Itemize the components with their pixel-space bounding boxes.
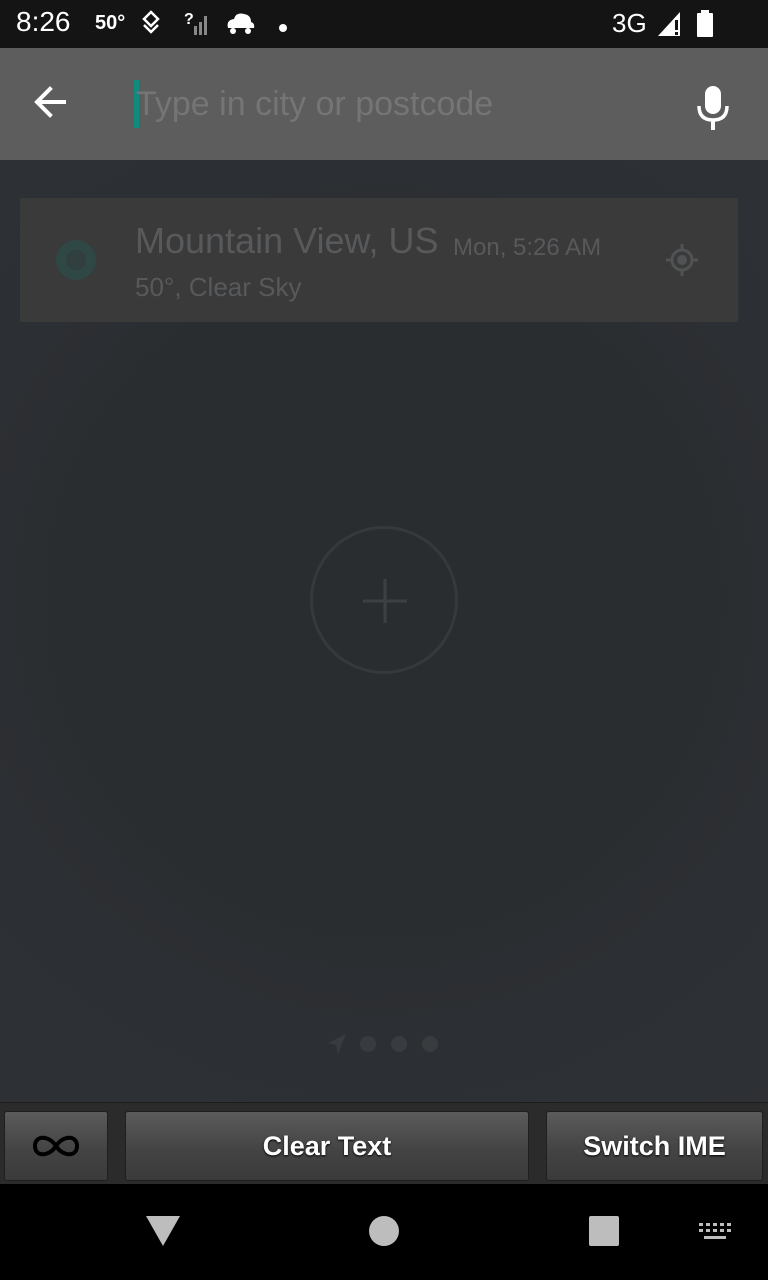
navigation-bar [0, 1184, 768, 1280]
nav-back-button[interactable] [144, 1214, 182, 1252]
back-button[interactable] [30, 82, 90, 130]
plus-icon [363, 579, 407, 623]
infinity-button[interactable] [4, 1111, 108, 1181]
status-temperature: 50° [95, 12, 126, 34]
nav-recents-button[interactable] [589, 1216, 619, 1246]
nav-back-icon [146, 1216, 180, 1246]
add-city-button[interactable] [310, 526, 458, 674]
status-bar: 8:26 50° ? 3G [0, 0, 768, 48]
main-content: Mountain View, US Mon, 5:26 AM 50°, Clea… [0, 160, 768, 1102]
current-location-button[interactable] [664, 242, 700, 278]
keyboard-icon [699, 1223, 731, 1239]
voice-search-button[interactable] [690, 82, 736, 132]
clear-text-button[interactable]: Clear Text [125, 1111, 529, 1181]
city-time: Mon, 5:26 AM [453, 234, 602, 261]
navigation-arrow-icon [328, 1034, 346, 1054]
search-app-bar [0, 48, 768, 160]
page-indicator [326, 1032, 446, 1056]
city-weather: 50°, Clear Sky [135, 272, 302, 302]
battery-icon [696, 10, 714, 42]
switch-ime-button[interactable]: Switch IME [546, 1111, 763, 1181]
city-name: Mountain View, US [135, 220, 439, 261]
signal-unknown-icon: ? [184, 10, 210, 40]
arrow-back-icon [34, 86, 66, 118]
cell-signal-icon [656, 10, 684, 42]
page-dot [360, 1036, 376, 1052]
gps-icon [666, 244, 698, 276]
microphone-icon [697, 86, 729, 130]
status-time: 8:26 [16, 6, 71, 37]
city-status-dot [56, 240, 96, 280]
page-dot [391, 1036, 407, 1052]
page-dot [422, 1036, 438, 1052]
location-icon [140, 10, 162, 40]
svg-text:?: ? [184, 11, 194, 28]
search-input[interactable] [136, 74, 666, 134]
infinity-icon [32, 1135, 80, 1157]
nav-home-button[interactable] [369, 1216, 399, 1246]
keyboard-switch-button[interactable] [698, 1222, 732, 1246]
cloud-car-icon [224, 10, 256, 40]
network-type: 3G [612, 8, 647, 38]
keyboard-toolbar: Clear Text Switch IME [0, 1102, 768, 1184]
notification-dot-icon [278, 18, 288, 37]
city-card[interactable]: Mountain View, US Mon, 5:26 AM 50°, Clea… [20, 198, 738, 322]
